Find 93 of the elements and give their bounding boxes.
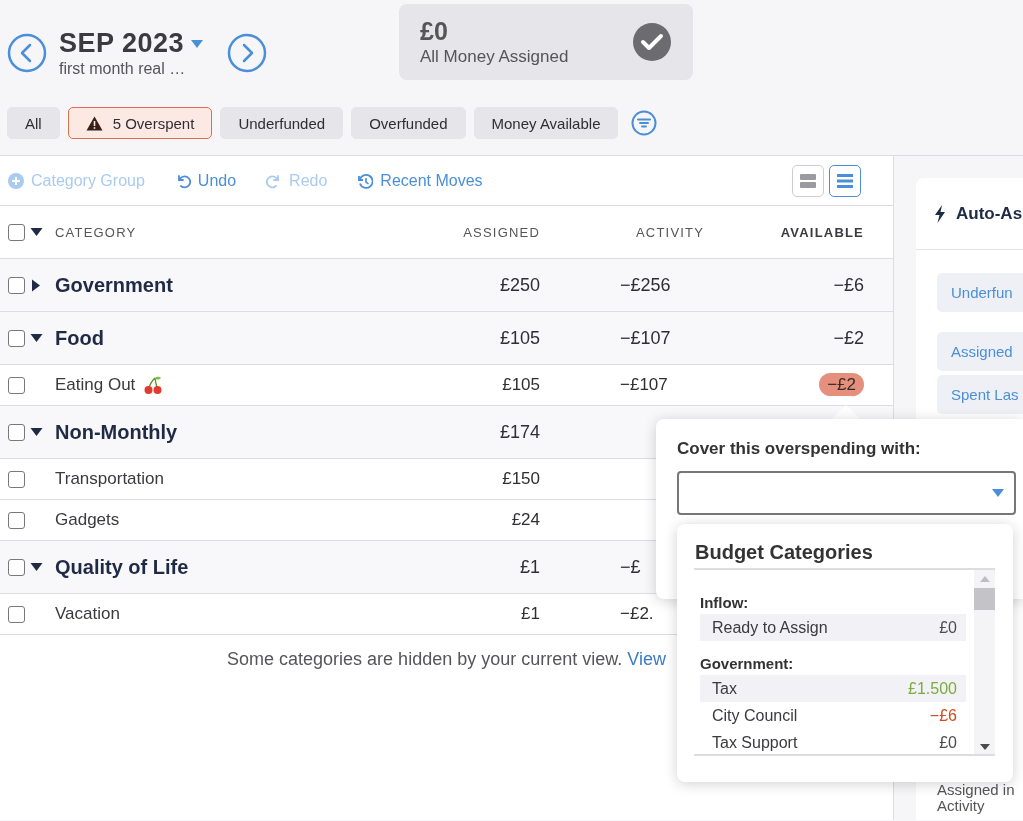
hidden-categories-note: Some categories are hidden by your current view. xyxy=(227,649,623,669)
view-toggle[interactable] xyxy=(829,164,861,197)
assigned-amount: £1 xyxy=(519,556,540,577)
expand-caret-icon[interactable] xyxy=(30,278,43,292)
assigned-amount: £105 xyxy=(499,327,540,348)
option-name: Tax xyxy=(712,679,737,698)
lightning-icon xyxy=(934,204,946,223)
panel-label: Activity xyxy=(937,798,985,814)
collapse-caret-icon[interactable] xyxy=(30,331,43,345)
option-name: City Council xyxy=(712,706,798,725)
plus-icon xyxy=(8,172,24,189)
scroll-up-icon xyxy=(979,576,990,582)
activity-amount: −£ xyxy=(620,556,641,577)
filter-chip[interactable]: Overfunded xyxy=(351,107,466,139)
scrollbar[interactable] xyxy=(974,570,995,754)
activity-amount: −£256 xyxy=(620,274,671,295)
checkbox[interactable] xyxy=(8,605,25,623)
caret-icon[interactable] xyxy=(190,38,205,49)
filter-chip[interactable]: Underfunded xyxy=(220,107,344,139)
view-toggle[interactable] xyxy=(792,164,824,197)
collapse-caret-icon[interactable] xyxy=(30,425,43,439)
panel-title: Auto-As xyxy=(956,203,1023,224)
filter-icon[interactable] xyxy=(631,110,658,136)
next-month-button[interactable] xyxy=(227,33,267,73)
history-icon xyxy=(357,172,374,189)
category-select[interactable] xyxy=(677,471,1016,515)
scroll-down-icon xyxy=(979,744,990,750)
summary-label: All Money Assigned xyxy=(420,47,569,67)
overspent-badge[interactable]: −£2 xyxy=(819,373,864,396)
option-amount: £1.500 xyxy=(908,679,957,698)
available-amount: −£2 xyxy=(833,327,864,348)
option-amount: £0 xyxy=(939,618,957,637)
scrollbar-thumb[interactable] xyxy=(974,588,995,610)
filter-chip[interactable]: Money Available xyxy=(473,107,619,139)
checkbox[interactable] xyxy=(8,470,25,488)
filter-chip[interactable]: All xyxy=(7,107,60,139)
column-header[interactable]: ASSIGNED xyxy=(463,224,540,240)
category-group-name: Government xyxy=(55,273,173,297)
month-title[interactable]: SEP 2023 xyxy=(59,28,185,59)
collapse-caret-icon[interactable] xyxy=(30,560,43,574)
assigned-amount: £1 xyxy=(521,604,540,623)
category-name: Vacation xyxy=(55,604,120,624)
assigned-amount: £150 xyxy=(502,469,540,488)
checkbox[interactable] xyxy=(8,329,25,347)
assigned-amount: £250 xyxy=(499,274,540,295)
column-header[interactable]: AVAILABLE xyxy=(780,224,864,240)
category-group-name: Non-Monthly xyxy=(55,420,178,444)
category-option[interactable]: Ready to Assign £0 xyxy=(700,614,966,641)
category-name: Transportation xyxy=(55,469,164,489)
option-name: Ready to Assign xyxy=(712,618,828,637)
summary-amount: £0 xyxy=(420,17,449,45)
filter-chip[interactable]: 5 Overspent xyxy=(67,107,213,139)
category-group-name: Quality of Life xyxy=(55,555,189,579)
group-label: Government: xyxy=(700,655,795,674)
dropdown-title: Budget Categories xyxy=(694,541,995,570)
checkbox[interactable] xyxy=(8,558,25,576)
available-amount: −£6 xyxy=(833,274,864,295)
activity-amount: −£107 xyxy=(620,327,671,348)
option-amount: −£6 xyxy=(929,706,957,725)
collapse-caret-icon[interactable] xyxy=(30,225,43,239)
assigned-amount: £24 xyxy=(511,510,540,529)
category-option[interactable]: Tax £1.500 xyxy=(700,675,966,702)
checkbox[interactable] xyxy=(8,276,25,294)
checkbox[interactable] xyxy=(8,511,25,529)
warning-icon xyxy=(85,115,103,131)
check-icon xyxy=(632,22,672,62)
checkbox[interactable] xyxy=(8,376,25,394)
panel-label: Assigned in xyxy=(937,782,1016,798)
activity-amount: −£107 xyxy=(620,375,668,394)
category-option[interactable]: City Council −£6 xyxy=(700,702,966,729)
compact-rows-icon xyxy=(836,171,854,190)
category-name: Gadgets xyxy=(55,510,120,530)
category-option[interactable]: Tax Support £0 xyxy=(700,729,966,756)
assigned-amount: £105 xyxy=(502,375,540,394)
category-name: Eating Out xyxy=(55,375,136,395)
column-header[interactable]: ACTIVITY xyxy=(636,224,705,240)
option-amount: £0 xyxy=(939,733,957,752)
category-group-name: Food xyxy=(55,326,104,350)
activity-amount: −£2. xyxy=(620,604,654,623)
month-note: first month real … xyxy=(59,60,187,78)
option-name: Tax Support xyxy=(712,733,798,752)
previous-month-button[interactable] xyxy=(7,33,47,73)
assigned-amount: £174 xyxy=(499,421,540,442)
dropdown-caret-icon xyxy=(991,488,1005,498)
cover-label: Cover this overspending with: xyxy=(677,439,922,459)
checkbox[interactable] xyxy=(8,423,25,441)
cherry-icon xyxy=(143,375,164,395)
group-label: Inflow: xyxy=(700,594,750,613)
column-header[interactable]: CATEGORY xyxy=(55,224,440,240)
recent-moves-button[interactable]: Recent Moves xyxy=(357,171,483,190)
large-rows-icon xyxy=(799,171,817,190)
checkbox[interactable] xyxy=(8,223,25,241)
view-link[interactable]: View xyxy=(627,649,666,669)
